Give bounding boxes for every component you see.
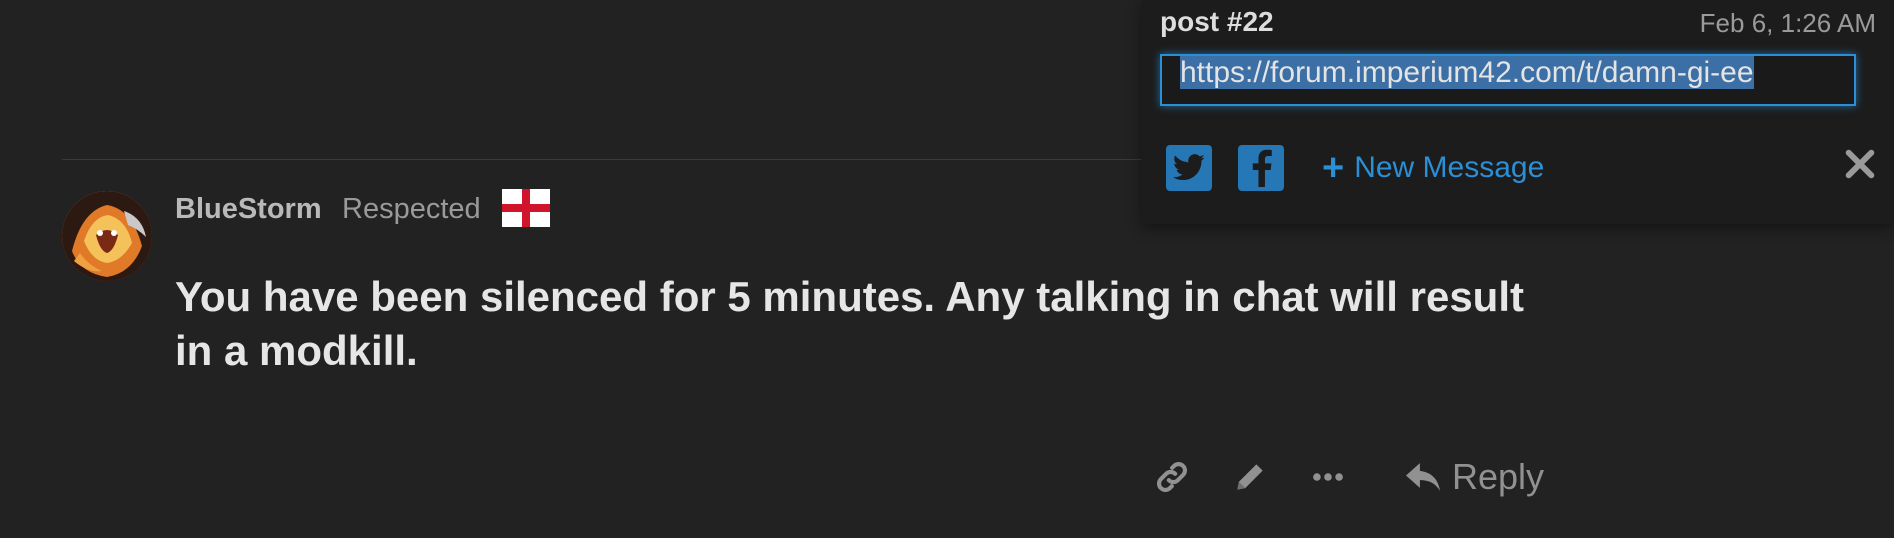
reply-button[interactable]: Reply bbox=[1404, 456, 1544, 498]
reply-label: Reply bbox=[1452, 456, 1545, 497]
share-actions: + New Message bbox=[1166, 140, 1544, 196]
new-message-label: New Message bbox=[1354, 151, 1545, 184]
pencil-icon[interactable] bbox=[1228, 455, 1272, 499]
reply-icon bbox=[1406, 463, 1440, 491]
close-icon[interactable] bbox=[1840, 144, 1880, 184]
england-flag-icon bbox=[502, 189, 550, 227]
post-username[interactable]: BlueStorm bbox=[175, 193, 322, 226]
share-url-input[interactable]: https://forum.imperium42.com/t/damn-gi-e… bbox=[1160, 54, 1856, 106]
topic-page: BlueStorm Respected You have been silenc… bbox=[0, 0, 1894, 538]
plus-icon: + bbox=[1322, 147, 1345, 189]
share-date: Feb 6, 1:26 AM bbox=[1699, 8, 1876, 38]
share-url-text: https://forum.imperium42.com/t/damn-gi-e… bbox=[1180, 56, 1754, 89]
twitter-icon[interactable] bbox=[1166, 145, 1212, 191]
share-popup: post #22 Feb 6, 1:26 AM https://forum.im… bbox=[1142, 0, 1894, 224]
share-title: post #22 bbox=[1160, 6, 1274, 37]
user-title: Respected bbox=[342, 193, 481, 225]
post-actions: Reply bbox=[1150, 452, 1544, 502]
new-message-button[interactable]: + New Message bbox=[1322, 149, 1544, 187]
avatar[interactable] bbox=[62, 191, 152, 281]
more-icon[interactable] bbox=[1306, 455, 1350, 499]
post-body: You have been silenced for 5 minutes. An… bbox=[175, 273, 1524, 374]
link-icon[interactable] bbox=[1150, 455, 1194, 499]
facebook-icon[interactable] bbox=[1238, 145, 1284, 191]
